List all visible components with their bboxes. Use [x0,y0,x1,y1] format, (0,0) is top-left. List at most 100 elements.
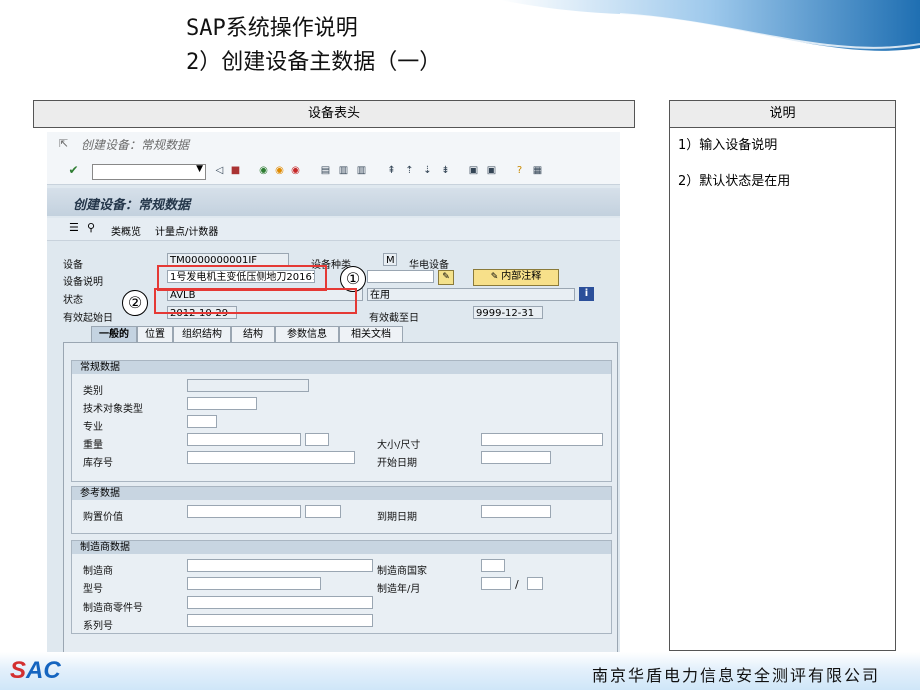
shortcut-icon[interactable]: ▣ [485,164,498,177]
history-left-icon[interactable]: ◁ [213,164,226,177]
manufacture-month-input[interactable] [527,577,543,590]
weight-label: 重量 [83,440,103,451]
equipment-category-field: M [383,253,397,266]
object-type-input[interactable] [187,397,257,410]
tab-organization[interactable]: 组织结构 [173,326,231,343]
screen-title: 创建设备：常规数据 [73,198,191,213]
window-title: 创建设备：常规数据 [81,138,190,152]
print-icon[interactable]: ▤ [319,164,332,177]
currency-input[interactable] [305,505,341,518]
find-icon[interactable]: ▥ [337,164,350,177]
specialty-label: 专业 [83,422,103,433]
manufacturer-country-label: 制造商国家 [377,566,427,577]
tab-location[interactable]: 位置 [137,326,173,343]
tab-documents[interactable]: 相关文档 [339,326,403,343]
valid-to-label: 有效截至日 [369,313,419,324]
serial-number-label: 系列号 [83,621,113,632]
due-date-input[interactable] [481,505,551,518]
notes-panel-title: 说明 [669,100,896,128]
tab-general[interactable]: 一般的 [91,326,137,343]
status-text-field: 在用 [367,288,575,301]
cancel-icon[interactable]: ◉ [289,164,302,177]
due-date-label: 到期日期 [377,512,417,523]
callout-number-2: ② [122,290,148,316]
tab-structure[interactable]: 结构 [231,326,275,343]
year-month-separator: / [515,578,519,591]
last-page-icon[interactable]: ⇟ [439,164,452,177]
menu-exit-icon[interactable]: ⇱ [59,137,68,150]
valid-from-label: 有效起始日 [63,313,113,324]
class-field [187,379,309,392]
note-item-1: 1）输入设备说明 [678,138,778,153]
sap-screen: ⇱ 创建设备：常规数据 ✔ ▼ ◁ ■ ◉ ◉ ◉ ▤ ▥ ▥ ⇞ ⇡ ⇣ ⇟ … [47,132,620,652]
command-field-dropdown-icon[interactable]: ▼ [196,164,203,174]
class-overview-button[interactable]: 类概览 [111,223,141,238]
internal-note-label: 内部注释 [501,271,542,282]
save-icon[interactable]: ■ [229,164,242,177]
header-wave-decoration [500,0,920,51]
enter-checkmark-icon[interactable]: ✔ [67,164,80,177]
serial-number-input[interactable] [187,614,373,627]
company-name: 南京华盾电力信息安全测评有限公司 [591,666,880,685]
screen-title-bar: 创建设备：常规数据 [47,188,620,216]
first-page-icon[interactable]: ⇞ [385,164,398,177]
previous-page-icon[interactable]: ⇡ [403,164,416,177]
tab-parameters[interactable]: 参数信息 [275,326,339,343]
company-logo: SAC [10,657,61,684]
weight-input[interactable] [187,433,301,446]
object-type-label: 技术对象类型 [83,404,143,415]
internal-note-button[interactable]: ✎ 内部注释 [473,269,559,286]
sap-title-bar: ⇱ 创建设备：常规数据 [47,132,620,158]
size-input[interactable] [481,433,603,446]
model-label: 型号 [83,584,103,595]
manufacturer-data-group-title: 制造商数据 [72,541,611,554]
equipment-label: 设备 [63,260,83,271]
notes-panel: 1）输入设备说明 2）默认状态是在用 [669,128,896,651]
acquisition-value-label: 购置价值 [83,512,123,523]
equipment-header-panel-title: 设备表头 [33,100,635,128]
manufacturer-label: 制造商 [83,566,113,577]
binoculars-icon[interactable]: ⚲ [87,221,95,234]
new-session-icon[interactable]: ▣ [467,164,480,177]
acquisition-value-input[interactable] [187,505,301,518]
reference-data-group-title: 参考数据 [72,487,611,500]
edit-long-text-icon[interactable]: ✎ [438,270,454,285]
next-page-icon[interactable]: ⇣ [421,164,434,177]
exit-icon[interactable]: ◉ [273,164,286,177]
inventory-input[interactable] [187,451,355,464]
measuring-points-button[interactable]: 计量点/计数器 [155,223,218,238]
description-label: 设备说明 [63,277,103,288]
manufacture-year-input[interactable] [481,577,511,590]
model-input[interactable] [187,577,321,590]
find-next-icon[interactable]: ▥ [355,164,368,177]
layout-menu-icon[interactable]: ▦ [531,164,544,177]
class-label: 类别 [83,386,103,397]
internal-note-icon: ✎ [490,272,502,282]
manufacture-year-month-label: 制造年/月 [377,584,421,595]
command-field[interactable]: ▼ [92,164,206,180]
slide-title-line1: SAP系统操作说明 [186,16,358,41]
status-info-icon[interactable]: i [579,287,594,301]
status-highlight-box [154,288,357,314]
long-text-field[interactable] [367,270,434,283]
equipment-category-text: 华电设备 [409,260,449,271]
inventory-label: 库存号 [83,458,113,469]
general-data-group-title: 常规数据 [72,361,611,374]
part-number-label: 制造商零件号 [83,603,143,614]
part-number-input[interactable] [187,596,373,609]
standard-toolbar: ✔ ▼ ◁ ■ ◉ ◉ ◉ ▤ ▥ ▥ ⇞ ⇡ ⇣ ⇟ ▣ ▣ ? ▦ [47,158,620,185]
edit-list-icon[interactable]: ☰ [69,221,79,234]
start-date-input[interactable] [481,451,551,464]
size-label: 大小/尺寸 [377,440,421,451]
slide-title-line2: 2）创建设备主数据（一） [186,50,442,75]
note-item-2: 2）默认状态是在用 [678,174,791,189]
manufacturer-input[interactable] [187,559,373,572]
application-toolbar: ☰ ⚲ 类概览 计量点/计数器 [47,218,620,241]
help-icon[interactable]: ? [513,164,526,177]
weight-unit-input[interactable] [305,433,329,446]
back-icon[interactable]: ◉ [257,164,270,177]
manufacturer-country-input[interactable] [481,559,505,572]
start-date-label: 开始日期 [377,458,417,469]
valid-to-field: 9999-12-31 [473,306,543,319]
specialty-input[interactable] [187,415,217,428]
